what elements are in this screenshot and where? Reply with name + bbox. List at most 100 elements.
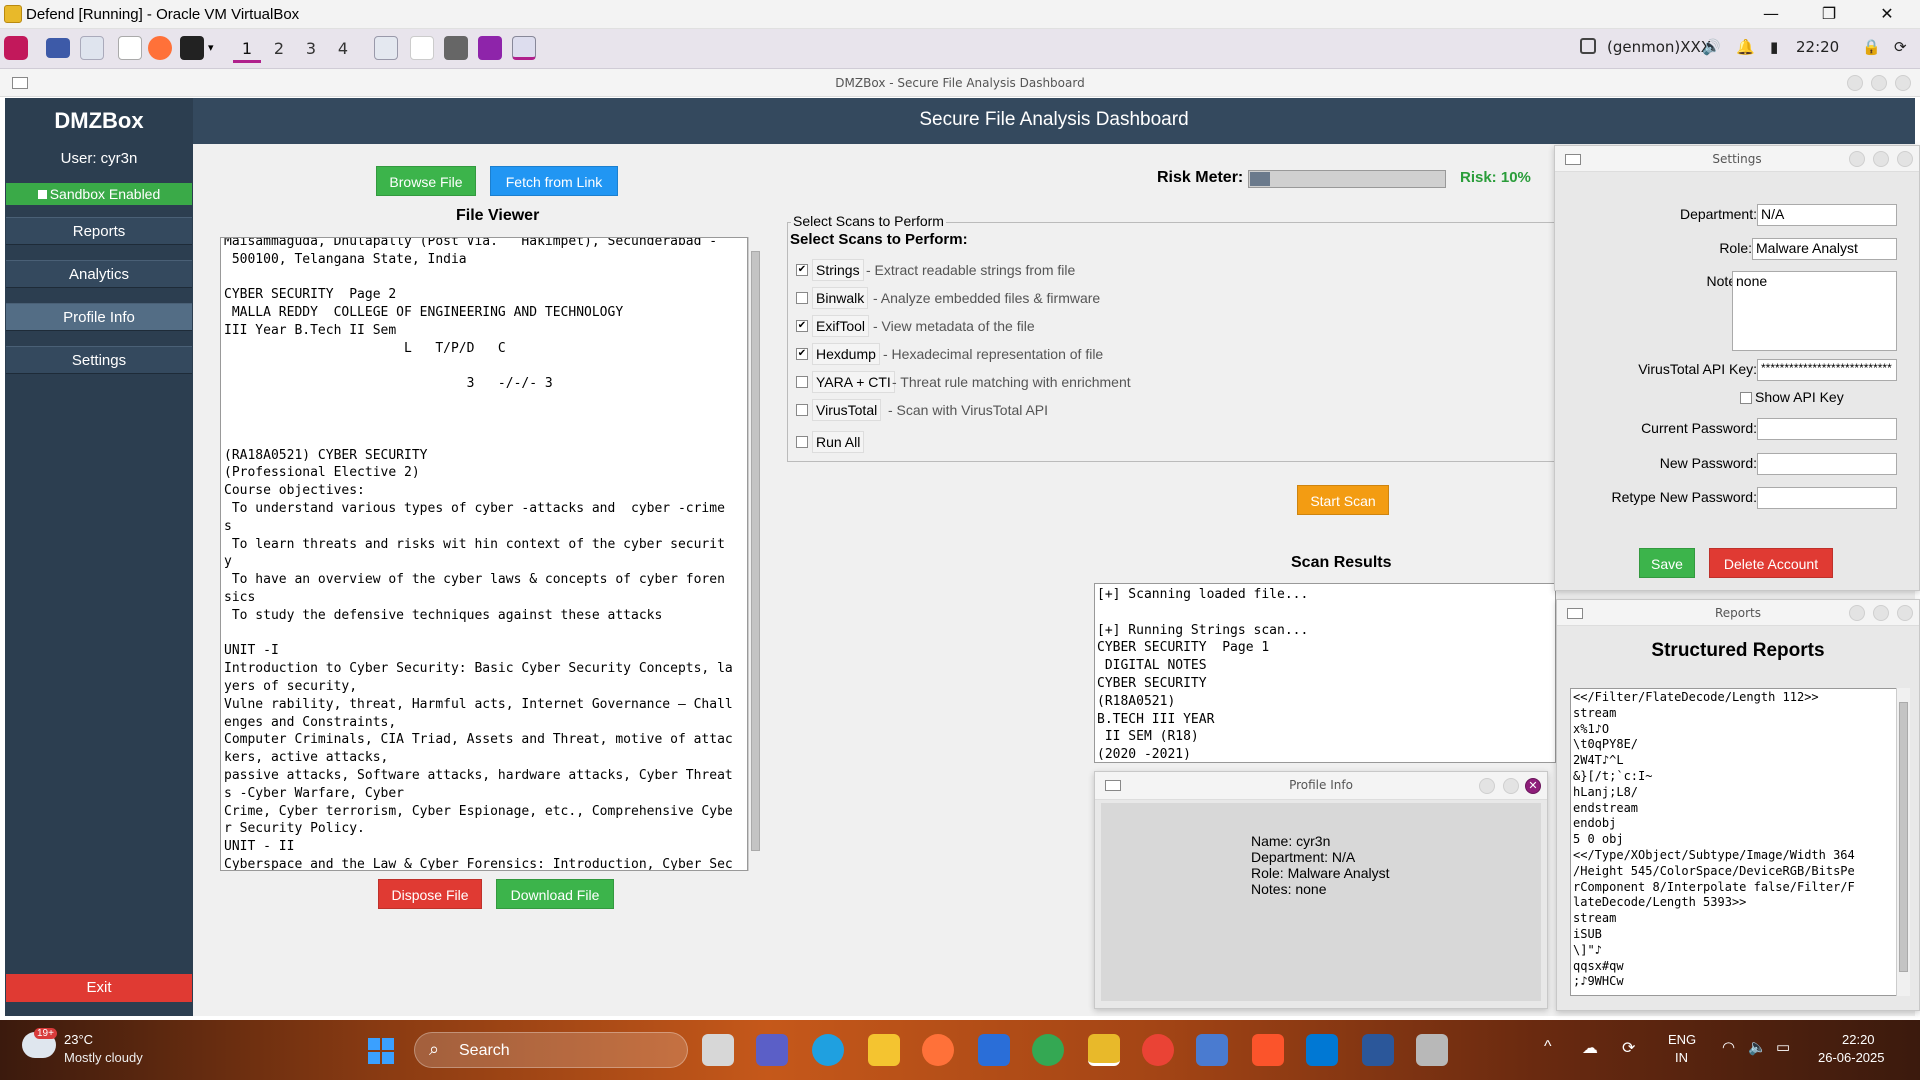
weather-temp[interactable]: 23°C (64, 1032, 93, 1047)
retype-password-field[interactable] (1757, 487, 1897, 509)
text-editor-icon[interactable] (118, 36, 142, 60)
sidebar-item-settings[interactable]: Settings (6, 346, 192, 374)
strings-checkbox[interactable]: ✔ (796, 264, 808, 276)
department-field[interactable]: N/A (1757, 204, 1897, 226)
chrome-profile-icon[interactable] (1142, 1034, 1174, 1066)
scan-label[interactable]: Strings (812, 259, 864, 281)
api-key-field[interactable]: **************************** (1757, 359, 1897, 381)
wifi-icon[interactable]: ◠ (1722, 1038, 1735, 1056)
chevron-up-icon[interactable]: ^ (1544, 1038, 1552, 1056)
app-icon[interactable] (410, 36, 434, 60)
firefox-icon[interactable] (148, 36, 172, 60)
notification-icon[interactable]: 🔔 (1736, 38, 1755, 56)
language-top[interactable]: ENG (1668, 1032, 1696, 1047)
close-dot-button[interactable] (1897, 605, 1913, 621)
taskbar-date[interactable]: 26-06-2025 (1818, 1050, 1885, 1065)
task-icon[interactable] (444, 36, 468, 60)
window-icon[interactable] (374, 36, 398, 60)
sync-icon[interactable]: ⟳ (1622, 1038, 1635, 1058)
scrollbar-thumb[interactable] (751, 251, 760, 851)
minimize-button[interactable]: — (1748, 0, 1794, 29)
workspace-1[interactable]: 1 (233, 35, 261, 63)
notes-field[interactable]: none (1732, 271, 1897, 351)
close-icon[interactable]: ✕ (1525, 778, 1541, 794)
virtualbox-taskbar-icon[interactable] (1088, 1034, 1120, 1066)
maximize-dot-button[interactable] (1873, 151, 1889, 167)
workspace-2[interactable]: 2 (265, 35, 293, 63)
show-api-key-checkbox[interactable] (1740, 392, 1752, 404)
sidebar-item-analytics[interactable]: Analytics (6, 260, 192, 288)
task-view-icon[interactable] (702, 1034, 734, 1066)
browse-file-button[interactable]: Browse File (376, 166, 476, 196)
brave-icon[interactable] (1252, 1034, 1284, 1066)
minimize-dot-button[interactable] (1847, 75, 1863, 91)
edge-icon[interactable] (812, 1034, 844, 1066)
start-windows-icon[interactable] (368, 1038, 394, 1064)
desktop-icon[interactable] (46, 38, 70, 58)
battery-taskbar-icon[interactable]: ▭ (1776, 1038, 1790, 1056)
file-viewer-scrollbar[interactable] (748, 237, 762, 871)
scan-label[interactable]: Run All (812, 431, 865, 453)
weather-desc[interactable]: Mostly cloudy (64, 1050, 143, 1065)
maximize-dot-button[interactable] (1871, 75, 1887, 91)
minimize-dot-button[interactable] (1849, 151, 1865, 167)
exit-button[interactable]: Exit (6, 974, 192, 1002)
download-file-button[interactable]: Download File (496, 879, 614, 909)
reports-textarea[interactable]: <</Filter/FlateDecode/Length 112>> strea… (1570, 688, 1900, 996)
teams-icon[interactable] (756, 1034, 788, 1066)
chevron-down-icon[interactable]: ▾ (208, 41, 214, 54)
panel-clock[interactable]: 22:20 (1796, 38, 1839, 56)
file-manager-icon[interactable] (80, 36, 104, 60)
taskbar-time[interactable]: 22:20 (1842, 1032, 1875, 1047)
virustotal-checkbox[interactable] (796, 404, 808, 416)
sidebar-item-profile-info[interactable]: Profile Info (6, 303, 192, 331)
sidebar-item-reports[interactable]: Reports (6, 217, 192, 245)
speaker-icon[interactable]: 🔈 (1748, 1038, 1767, 1056)
scan-label[interactable]: Binwalk (812, 287, 869, 309)
snipping-tool-icon[interactable] (1416, 1034, 1448, 1066)
maximize-dot-button[interactable] (1873, 605, 1889, 621)
vscode-icon[interactable] (1306, 1034, 1338, 1066)
lock-icon[interactable]: 🔒 (1862, 38, 1881, 56)
file-viewer-textarea[interactable]: Maisammaguda, Dhulapally (Post Via. Haki… (220, 237, 748, 871)
close-dot-button[interactable] (1897, 151, 1913, 167)
show-api-key-label[interactable]: Show API Key (1755, 389, 1844, 405)
scan-results-textarea[interactable]: [+] Scanning loaded file... [+] Running … (1094, 583, 1556, 763)
volume-icon[interactable]: 🔊 (1702, 38, 1721, 56)
scan-label[interactable]: Hexdump (812, 343, 880, 365)
power-icon[interactable]: ⟳ (1894, 38, 1907, 56)
scan-label[interactable]: VirusTotal (812, 399, 882, 421)
task-icon-2[interactable] (478, 36, 502, 60)
search-box[interactable]: ⌕ Search (414, 1032, 688, 1068)
minimize-dot-button[interactable] (1479, 778, 1495, 794)
close-dot-button[interactable] (1895, 75, 1911, 91)
language-bottom[interactable]: IN (1675, 1050, 1688, 1065)
hexdump-checkbox[interactable]: ✔ (796, 348, 808, 360)
word-icon[interactable] (1362, 1034, 1394, 1066)
yara-checkbox[interactable] (796, 376, 808, 388)
cube-app-icon[interactable] (1196, 1034, 1228, 1066)
run-all-checkbox[interactable] (796, 436, 808, 448)
delete-account-button[interactable]: Delete Account (1709, 548, 1833, 578)
workspace-3[interactable]: 3 (297, 35, 325, 63)
close-button[interactable]: ✕ (1864, 0, 1910, 29)
terminal-icon[interactable] (180, 36, 204, 60)
file-explorer-icon[interactable] (868, 1034, 900, 1066)
fetch-from-link-button[interactable]: Fetch from Link (490, 166, 618, 196)
reports-scrollbar[interactable] (1896, 688, 1910, 996)
kali-menu-icon[interactable] (4, 36, 28, 60)
scrollbar-thumb[interactable] (1899, 702, 1908, 972)
firefox-taskbar-icon[interactable] (922, 1034, 954, 1066)
exiftool-checkbox[interactable]: ✔ (796, 320, 808, 332)
minimize-dot-button[interactable] (1849, 605, 1865, 621)
scan-label[interactable]: ExifTool (812, 315, 870, 337)
current-password-field[interactable] (1757, 418, 1897, 440)
new-password-field[interactable] (1757, 453, 1897, 475)
onedrive-icon[interactable]: ☁ (1582, 1038, 1598, 1058)
workspace-4[interactable]: 4 (329, 35, 357, 63)
store-icon[interactable] (978, 1034, 1010, 1066)
binwalk-checkbox[interactable] (796, 292, 808, 304)
maximize-dot-button[interactable] (1503, 778, 1519, 794)
start-scan-button[interactable]: Start Scan (1297, 485, 1389, 515)
save-button[interactable]: Save (1639, 548, 1695, 578)
